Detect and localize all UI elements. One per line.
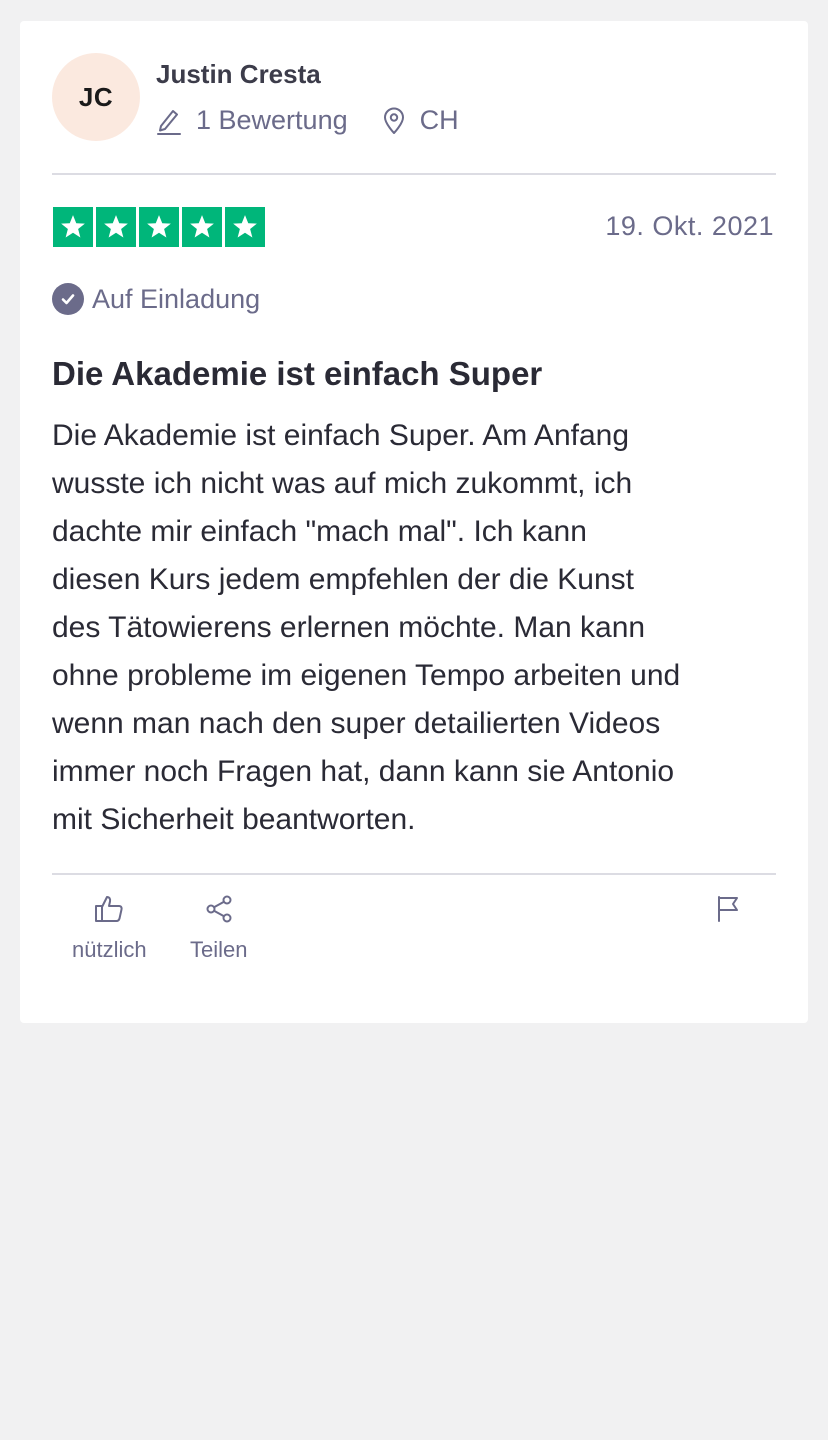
consumer-name[interactable]: Justin Cresta [156, 59, 321, 90]
avatar-initials: JC [78, 81, 114, 112]
review-title: Die Akademie ist einfach Super [52, 355, 543, 392]
useful-label: nützlich [72, 937, 147, 962]
verified-check-icon [52, 283, 84, 315]
review-actions: nützlich Teilen [52, 893, 776, 993]
star-icon [96, 207, 136, 247]
avatar[interactable]: JC [52, 53, 140, 141]
verification-label[interactable]: Auf Einladung [52, 283, 260, 315]
consumer-meta: 1 Bewertung CH [156, 105, 459, 136]
country-code: CH [419, 105, 459, 135]
review-date: 19. Okt. 2021 [605, 211, 774, 241]
star-icon [225, 207, 265, 247]
share-label: Teilen [190, 937, 248, 962]
report-button[interactable] [712, 893, 744, 937]
pencil-icon [157, 109, 181, 135]
useful-button[interactable]: nützlich [72, 893, 147, 963]
consumer-info: JC Justin Cresta 1 Bewertung CH [52, 53, 776, 141]
star-icon [139, 207, 179, 247]
actions-divider [52, 873, 776, 875]
verification-text: Auf Einladung [92, 283, 261, 314]
share-button[interactable]: Teilen [190, 893, 247, 963]
star-rating [53, 207, 268, 247]
review-count-label: 1 Bewertung [196, 105, 348, 135]
review-text: Die Akademie ist einfach Super. Am Anfan… [52, 419, 681, 836]
thumbs-up-icon [93, 893, 125, 925]
review-count: 1 Bewertung [156, 105, 348, 136]
star-icon [53, 207, 93, 247]
flag-icon [712, 893, 744, 925]
review-card: JC Justin Cresta 1 Bewertung CH 19. Okt.… [20, 21, 808, 1023]
share-icon [203, 893, 235, 925]
star-icon [182, 207, 222, 247]
consumer-location: CH [382, 105, 459, 136]
location-pin-icon [383, 107, 404, 134]
header-divider [52, 173, 776, 175]
